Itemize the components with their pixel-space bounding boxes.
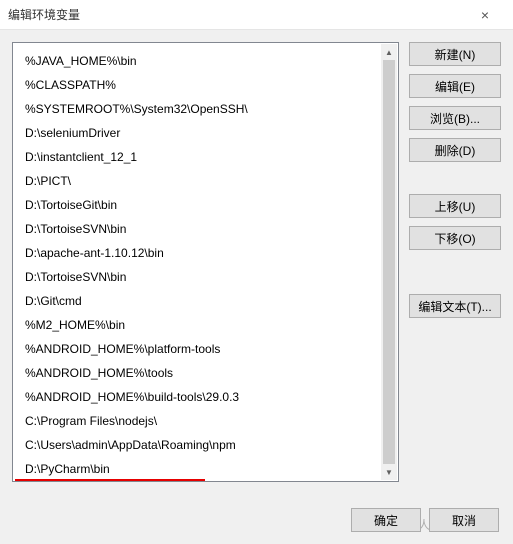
content-area: %JAVA_HOME%\bin%CLASSPATH%%SYSTEMROOT%\S… [0, 30, 513, 482]
scroll-up-icon[interactable]: ▲ [381, 44, 397, 60]
list-item[interactable]: %JAVA_HOME%\bin [17, 49, 394, 73]
path-list: %JAVA_HOME%\bin%CLASSPATH%%SYSTEMROOT%\S… [13, 43, 398, 482]
cancel-button[interactable]: 取消 [429, 508, 499, 532]
side-buttons: 新建(N) 编辑(E) 浏览(B)... 删除(D) 上移(U) 下移(O) 编… [409, 42, 501, 482]
title-bar: 编辑环境变量 × [0, 0, 513, 30]
list-item[interactable]: C:\Program Files\nodejs\ [17, 409, 394, 433]
list-item[interactable]: %CLASSPATH% [17, 73, 394, 97]
scroll-thumb[interactable] [383, 60, 395, 464]
window-title: 编辑环境变量 [8, 6, 465, 23]
list-item[interactable]: %ANDROID_HOME%\build-tools\29.0.3 [17, 385, 394, 409]
list-item[interactable]: %M2_HOME%\bin [17, 313, 394, 337]
spacer [409, 258, 501, 286]
new-button[interactable]: 新建(N) [409, 42, 501, 66]
list-item[interactable]: D:\instantclient_12_1 [17, 145, 394, 169]
list-item[interactable]: D:\apache-ant-1.10.12\bin [17, 241, 394, 265]
delete-button[interactable]: 删除(D) [409, 138, 501, 162]
list-item[interactable]: %SYSTEMROOT%\System32\OpenSSH\ [17, 97, 394, 121]
list-item[interactable]: D:\TortoiseSVN\bin [17, 217, 394, 241]
close-icon: × [481, 7, 489, 23]
vertical-scrollbar[interactable]: ▲ ▼ [381, 44, 397, 480]
list-item[interactable]: D:\PICT\ [17, 169, 394, 193]
list-item[interactable]: D:\TortoiseGit\bin [17, 193, 394, 217]
scroll-track[interactable] [381, 60, 397, 464]
move-down-button[interactable]: 下移(O) [409, 226, 501, 250]
move-up-button[interactable]: 上移(U) [409, 194, 501, 218]
dialog-footer: 确定 取消 [351, 508, 499, 532]
edit-text-button[interactable]: 编辑文本(T)... [409, 294, 501, 318]
list-item[interactable]: D:\Python\Python36\Scripts [17, 481, 394, 482]
edit-button[interactable]: 编辑(E) [409, 74, 501, 98]
browse-button[interactable]: 浏览(B)... [409, 106, 501, 130]
scroll-down-icon[interactable]: ▼ [381, 464, 397, 480]
list-item[interactable]: D:\seleniumDriver [17, 121, 394, 145]
close-button[interactable]: × [465, 1, 505, 29]
list-item[interactable]: %ANDROID_HOME%\tools [17, 361, 394, 385]
list-item[interactable]: C:\Users\admin\AppData\Roaming\npm [17, 433, 394, 457]
list-item[interactable]: D:\TortoiseSVN\bin [17, 265, 394, 289]
spacer [409, 170, 501, 186]
list-item[interactable]: D:\PyCharm\bin [17, 457, 394, 481]
path-listbox[interactable]: %JAVA_HOME%\bin%CLASSPATH%%SYSTEMROOT%\S… [12, 42, 399, 482]
list-item[interactable]: D:\Git\cmd [17, 289, 394, 313]
list-item[interactable]: %ANDROID_HOME%\platform-tools [17, 337, 394, 361]
ok-button[interactable]: 确定 [351, 508, 421, 532]
